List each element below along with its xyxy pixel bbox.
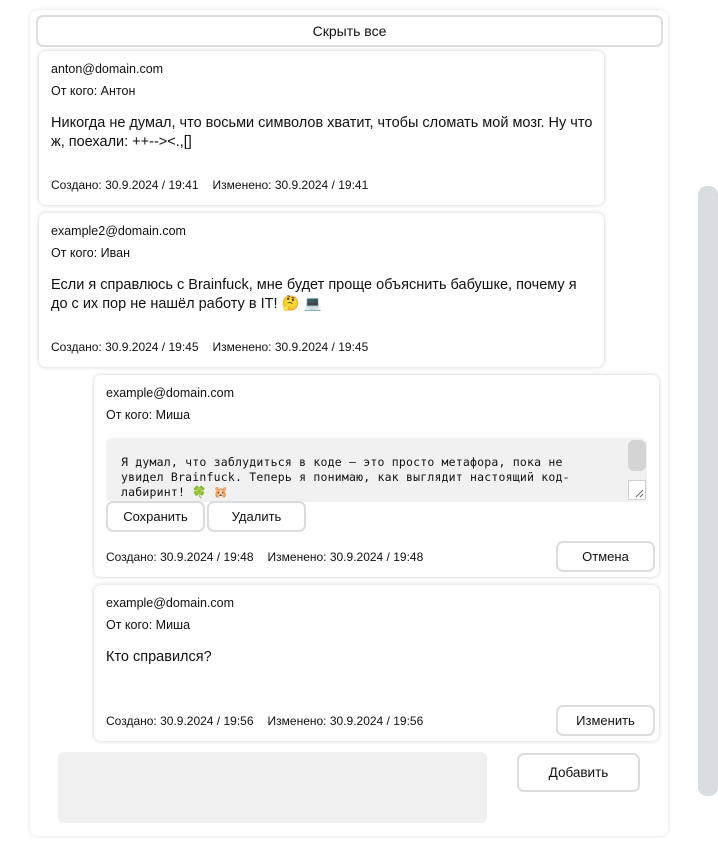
created-date: Создано: 30.9.2024 / 19:45 <box>51 340 199 354</box>
message-text: Если я справлюсь с Brainfuck, мне будет … <box>51 277 577 312</box>
message-text: Никогда не думал, что восьми символов хв… <box>51 115 593 150</box>
delete-button[interactable]: Удалить <box>207 501 306 532</box>
message-author: От кого: Миша <box>106 408 191 422</box>
textarea-scroll-thumb[interactable] <box>628 440 646 471</box>
message-timestamps: Создано: 30.9.2024 / 19:45 Изменено: 30.9… <box>51 340 368 354</box>
resize-handle-icon[interactable] <box>628 480 646 500</box>
modified-date: Изменено: 30.9.2024 / 19:41 <box>212 178 369 192</box>
message-card: example2@domain.com От кого: Иван Если я… <box>39 213 604 367</box>
modified-date: Изменено: 30.9.2024 / 19:45 <box>212 340 369 354</box>
modified-date: Изменено: 30.9.2024 / 19:48 <box>267 550 424 564</box>
message-timestamps: Создано: 30.9.2024 / 19:56 Изменено: 30.9… <box>106 714 423 728</box>
created-date: Создано: 30.9.2024 / 19:56 <box>106 714 254 728</box>
edit-button[interactable]: Изменить <box>556 705 655 736</box>
message-card: anton@domain.com От кого: Антон Никогда … <box>39 51 604 205</box>
message-card: example@domain.com От кого: Миша Кто спр… <box>94 585 659 741</box>
message-author: От кого: Иван <box>51 246 131 260</box>
save-button[interactable]: Сохранить <box>106 501 205 532</box>
textarea-scrollbar[interactable] <box>627 438 647 502</box>
add-button[interactable]: Добавить <box>517 753 640 792</box>
message-timestamps: Создано: 30.9.2024 / 19:41 Изменено: 30.9… <box>51 178 368 192</box>
hide-all-button[interactable]: Скрыть все <box>36 15 663 47</box>
message-author: От кого: Антон <box>51 84 136 98</box>
page-scrollbar[interactable] <box>698 186 718 796</box>
modified-date: Изменено: 30.9.2024 / 19:56 <box>267 714 424 728</box>
message-timestamps: Создано: 30.9.2024 / 19:48 Изменено: 30.9… <box>106 550 423 564</box>
created-date: Создано: 30.9.2024 / 19:41 <box>51 178 199 192</box>
message-text: Кто справился? <box>106 649 212 665</box>
message-author: От кого: Миша <box>106 618 191 632</box>
message-email: example@domain.com <box>106 596 235 610</box>
new-message-textarea[interactable] <box>58 752 487 823</box>
message-email: example@domain.com <box>106 386 235 400</box>
created-date: Создано: 30.9.2024 / 19:48 <box>106 550 254 564</box>
cancel-button[interactable]: Отмена <box>556 541 655 572</box>
message-edit-textarea[interactable]: Я думал, что заблудиться в коде — это пр… <box>106 438 647 502</box>
message-email: anton@domain.com <box>51 62 164 76</box>
message-card-editing: example@domain.com От кого: Миша Я думал… <box>94 375 659 577</box>
edit-textarea-value[interactable]: Я думал, что заблудиться в коде — это пр… <box>121 455 601 500</box>
message-email: example2@domain.com <box>51 224 186 238</box>
